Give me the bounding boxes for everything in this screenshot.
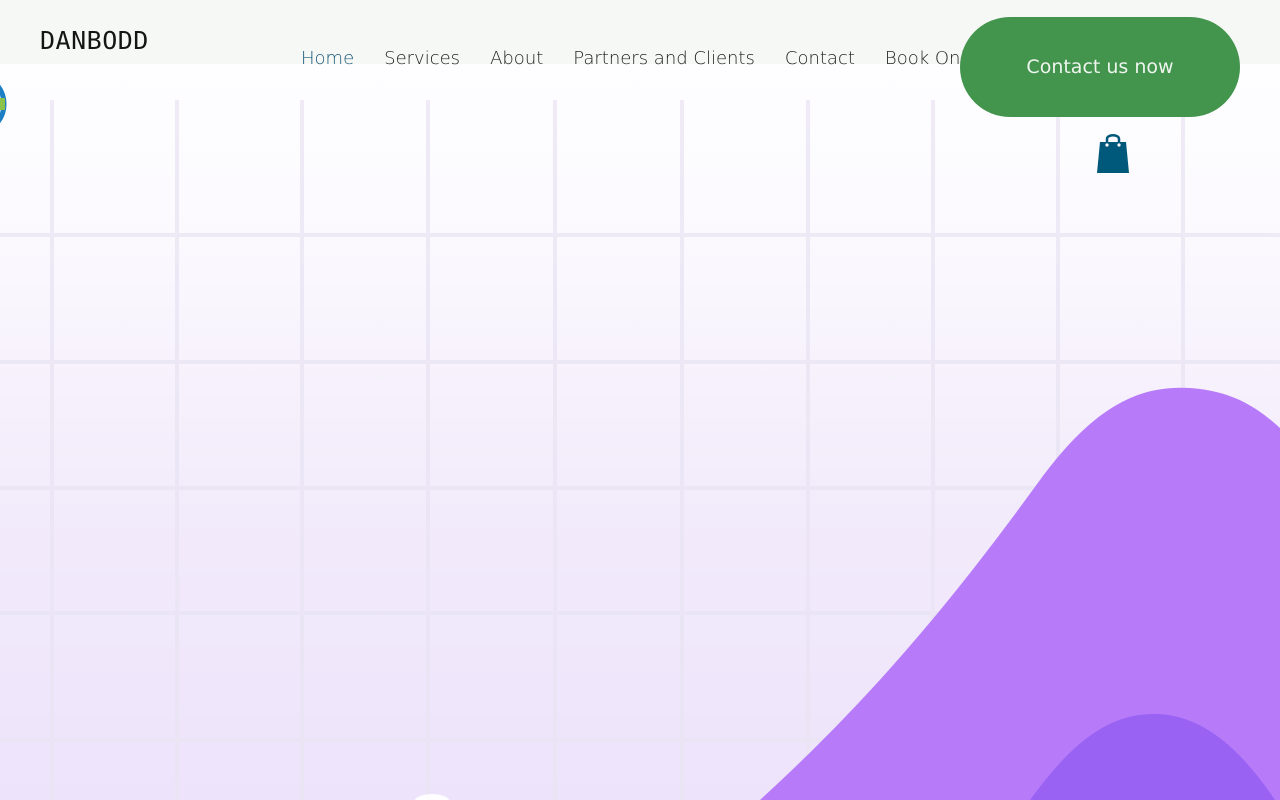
circle-badge-icon <box>0 84 7 124</box>
contact-us-button[interactable]: Contact us now <box>960 17 1240 117</box>
nav-item-home[interactable]: Home <box>301 48 354 69</box>
nav-item-contact[interactable]: Contact <box>785 48 855 69</box>
nav-item-about[interactable]: About <box>490 48 543 69</box>
nav-item-partners-and-clients[interactable]: Partners and Clients <box>573 48 755 69</box>
shopping-bag-icon[interactable] <box>1096 131 1130 173</box>
main-nav: Home Services About Partners and Clients… <box>301 46 981 70</box>
page: DANBODD Home Services About Partners and… <box>0 0 1280 800</box>
wave-highlight <box>414 794 450 800</box>
site-logo[interactable]: DANBODD <box>40 28 149 53</box>
nav-item-services[interactable]: Services <box>384 48 460 69</box>
hero-wave-graphic <box>414 387 1280 800</box>
